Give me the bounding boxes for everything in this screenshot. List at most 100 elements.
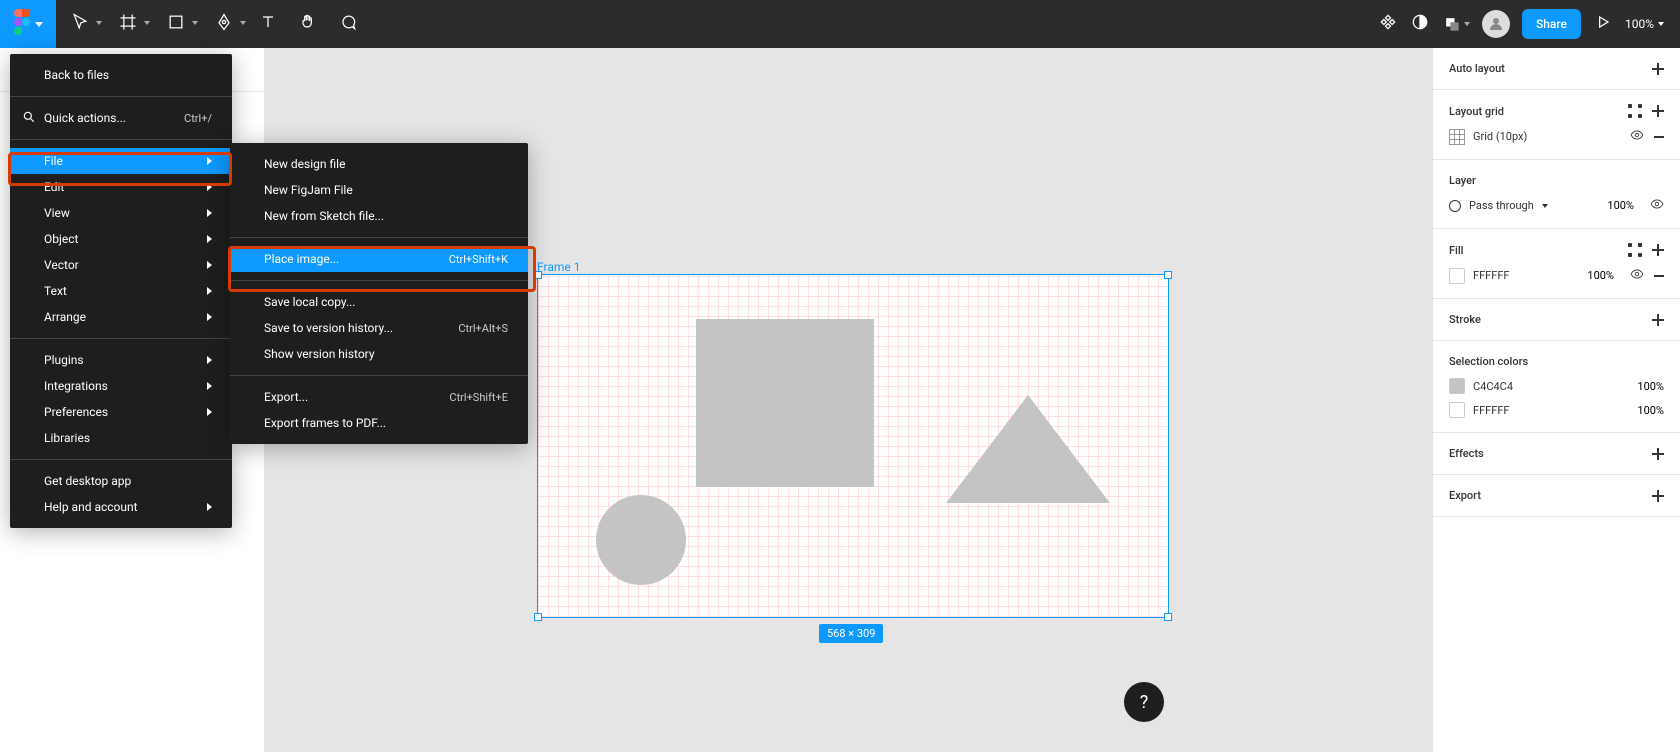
menu-item-back-to-files[interactable]: Back to files: [10, 62, 232, 88]
color-swatch[interactable]: [1449, 402, 1465, 418]
right-design-panel: Auto layout Layout grid Grid (10px) Laye…: [1432, 48, 1680, 752]
section-title: Export: [1449, 489, 1481, 502]
menu-item-vector[interactable]: Vector: [10, 252, 232, 278]
menu-item-save-local-copy[interactable]: Save local copy...: [230, 289, 528, 315]
zoom-dropdown[interactable]: 100%: [1625, 17, 1664, 31]
toolbar-left-group: [0, 0, 368, 48]
eye-icon[interactable]: [1630, 128, 1644, 145]
selection-color-row[interactable]: FFFFFF: [1449, 402, 1664, 418]
text-tool[interactable]: [248, 0, 288, 48]
menu-item-new-design-file[interactable]: New design file: [230, 151, 528, 177]
menu-label: Preferences: [44, 405, 108, 419]
fill-opacity-input[interactable]: [1574, 269, 1614, 282]
submenu-arrow-icon: [207, 287, 212, 295]
minus-icon[interactable]: [1654, 275, 1664, 277]
menu-separator: [10, 139, 232, 140]
color-opacity-input[interactable]: [1624, 404, 1664, 417]
plus-icon[interactable]: [1652, 244, 1664, 256]
menu-label: New from Sketch file...: [264, 209, 384, 223]
contrast-icon[interactable]: [1410, 12, 1430, 36]
frame[interactable]: [537, 274, 1169, 618]
menu-item-show-version-history[interactable]: Show version history: [230, 341, 528, 367]
chevron-down-icon: [144, 21, 150, 25]
menu-item-plugins[interactable]: Plugins: [10, 347, 232, 373]
section-title: Effects: [1449, 447, 1484, 460]
menu-label: Back to files: [44, 68, 109, 82]
menu-label: New FigJam File: [264, 183, 353, 197]
play-icon[interactable]: [1593, 12, 1613, 36]
menu-label: New design file: [264, 157, 345, 171]
menu-item-preferences[interactable]: Preferences: [10, 399, 232, 425]
resize-handle[interactable]: [534, 613, 542, 621]
move-tool[interactable]: [56, 0, 104, 48]
resize-handle[interactable]: [1164, 613, 1172, 621]
menu-item-export[interactable]: Export...Ctrl+Shift+E: [230, 384, 528, 410]
blend-icon: [1449, 200, 1461, 212]
blend-mode-row[interactable]: Pass through: [1449, 197, 1664, 214]
plus-icon[interactable]: [1652, 490, 1664, 502]
eye-icon[interactable]: [1630, 267, 1644, 284]
menu-item-export-frames-pdf[interactable]: Export frames to PDF...: [230, 410, 528, 436]
frame-label[interactable]: Frame 1: [537, 260, 580, 274]
menu-label: Help and account: [44, 500, 138, 514]
minus-icon[interactable]: [1654, 136, 1664, 138]
color-hex: FFFFFF: [1473, 404, 1509, 417]
style-picker-icon[interactable]: [1628, 243, 1642, 257]
resize-handle[interactable]: [1164, 271, 1172, 279]
mask-icon[interactable]: [1442, 14, 1470, 34]
menu-separator: [230, 237, 528, 238]
grid-row[interactable]: Grid (10px): [1449, 128, 1664, 145]
menu-item-place-image[interactable]: Place image...Ctrl+Shift+K: [230, 246, 528, 272]
eye-icon[interactable]: [1650, 197, 1664, 214]
color-swatch[interactable]: [1449, 268, 1465, 284]
menu-item-text[interactable]: Text: [10, 278, 232, 304]
component-icon[interactable]: [1378, 12, 1398, 36]
fill-row[interactable]: FFFFFF: [1449, 267, 1664, 284]
share-button[interactable]: Share: [1522, 9, 1581, 39]
menu-item-file[interactable]: File: [10, 148, 232, 174]
selection-color-row[interactable]: C4C4C4: [1449, 378, 1664, 394]
menu-item-libraries[interactable]: Libraries: [10, 425, 232, 451]
color-opacity-input[interactable]: [1624, 380, 1664, 393]
rectangle-shape[interactable]: [696, 319, 874, 487]
plus-icon[interactable]: [1652, 63, 1664, 75]
menu-label: Text: [44, 284, 67, 298]
plus-icon[interactable]: [1652, 105, 1664, 117]
color-swatch[interactable]: [1449, 378, 1465, 394]
menu-item-view[interactable]: View: [10, 200, 232, 226]
menu-label: Edit: [44, 180, 64, 194]
main-menu-button[interactable]: [0, 0, 56, 48]
resize-handle[interactable]: [534, 271, 542, 279]
help-button[interactable]: ?: [1124, 682, 1164, 722]
chevron-down-icon: [192, 21, 198, 25]
layer-opacity-input[interactable]: [1594, 199, 1634, 212]
menu-label: Object: [44, 232, 78, 246]
menu-item-new-figjam-file[interactable]: New FigJam File: [230, 177, 528, 203]
shape-tool[interactable]: [152, 0, 200, 48]
submenu-arrow-icon: [207, 408, 212, 416]
comment-tool[interactable]: [328, 0, 368, 48]
hand-tool[interactable]: [288, 0, 328, 48]
ellipse-shape[interactable]: [596, 495, 686, 585]
fill-section: Fill FFFFFF: [1433, 229, 1680, 299]
menu-item-integrations[interactable]: Integrations: [10, 373, 232, 399]
menu-item-object[interactable]: Object: [10, 226, 232, 252]
submenu-arrow-icon: [207, 382, 212, 390]
menu-label: Export frames to PDF...: [264, 416, 386, 430]
frame-tool[interactable]: [104, 0, 152, 48]
plus-icon[interactable]: [1652, 314, 1664, 326]
menu-label: Place image...: [264, 252, 339, 266]
menu-item-save-version-history[interactable]: Save to version history...Ctrl+Alt+S: [230, 315, 528, 341]
polygon-shape[interactable]: [946, 395, 1110, 503]
style-picker-icon[interactable]: [1628, 104, 1642, 118]
menu-item-edit[interactable]: Edit: [10, 174, 232, 200]
plus-icon[interactable]: [1652, 448, 1664, 460]
menu-item-quick-actions[interactable]: Quick actions... Ctrl+/: [10, 105, 232, 131]
menu-item-arrange[interactable]: Arrange: [10, 304, 232, 330]
submenu-arrow-icon: [207, 209, 212, 217]
menu-item-help[interactable]: Help and account: [10, 494, 232, 520]
pen-tool[interactable]: [200, 0, 248, 48]
avatar[interactable]: [1482, 10, 1510, 38]
menu-item-new-from-sketch[interactable]: New from Sketch file...: [230, 203, 528, 229]
menu-item-get-desktop[interactable]: Get desktop app: [10, 468, 232, 494]
